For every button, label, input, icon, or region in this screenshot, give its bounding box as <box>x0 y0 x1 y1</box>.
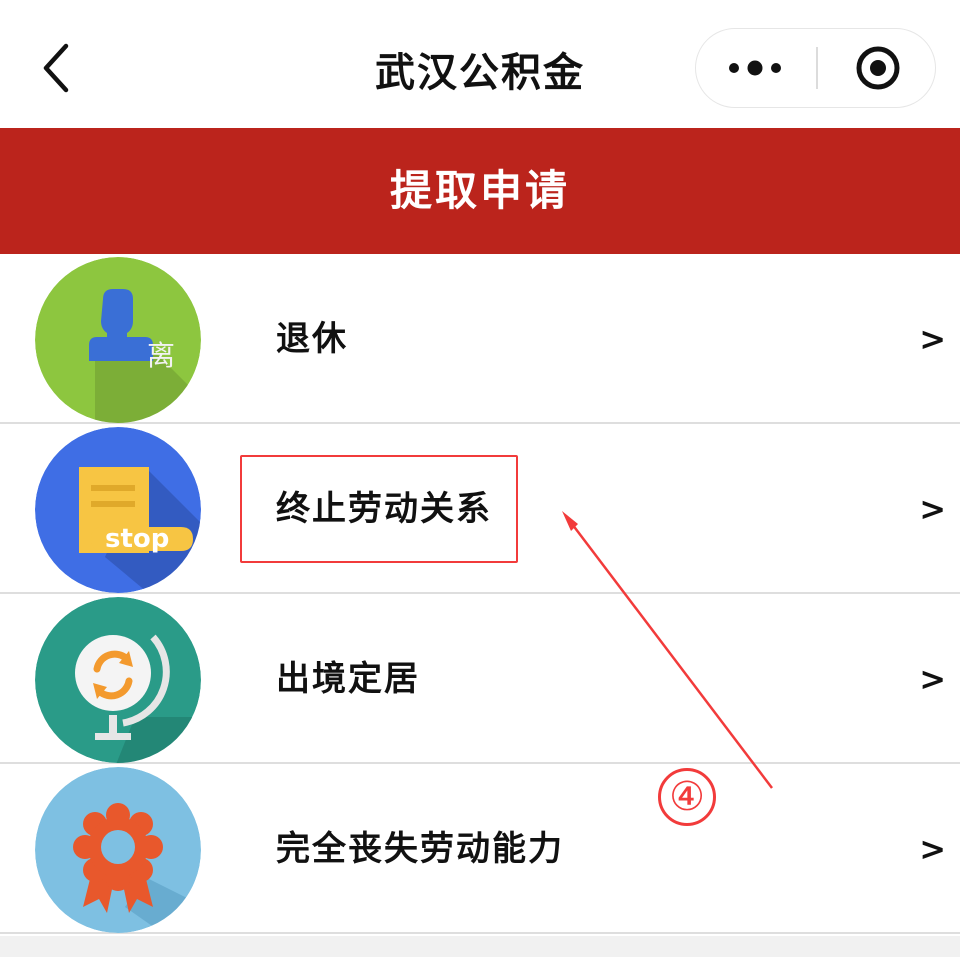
chevron-right-icon: > <box>919 320 946 358</box>
item-label: 退休 <box>276 319 348 359</box>
item-label: 出境定居 <box>276 659 420 699</box>
close-button[interactable] <box>818 29 936 106</box>
list-item-disability[interactable]: 完全丧失劳动能力 > <box>0 764 960 934</box>
mini-program-capsule <box>695 28 936 108</box>
section-banner: 提取申请 <box>0 128 960 254</box>
chevron-right-icon: > <box>919 490 946 528</box>
chevron-right-icon: > <box>919 660 946 698</box>
svg-text:stop: stop <box>105 524 169 554</box>
chevron-right-icon: > <box>919 830 946 868</box>
svg-text:离: 离 <box>147 339 175 372</box>
list-item-emigrate[interactable]: 出境定居 > <box>0 594 960 764</box>
target-circle-icon <box>856 46 900 90</box>
withdrawal-type-list: 离 退休 > stop 终止劳动关系 > 出境定居 > 完全丧失劳动能力 > <box>0 254 960 934</box>
bottom-gray-strip <box>0 936 960 957</box>
page: 武汉公积金 提取申请 离 退休 > stop 终止劳动关系 > 出境定居 > 完… <box>0 0 960 957</box>
retire-person-icon: 离 <box>35 257 201 423</box>
globe-icon <box>35 597 201 763</box>
stop-document-icon: stop <box>35 427 201 593</box>
award-badge-icon <box>35 767 201 933</box>
more-button[interactable] <box>696 29 816 106</box>
nav-bar: 武汉公积金 <box>0 0 960 128</box>
item-label: 完全丧失劳动能力 <box>276 829 564 869</box>
list-item-retire[interactable]: 离 退休 > <box>0 254 960 424</box>
highlight-box <box>240 455 518 563</box>
more-dots-icon <box>729 60 781 76</box>
step-number-badge: ④ <box>658 768 716 826</box>
